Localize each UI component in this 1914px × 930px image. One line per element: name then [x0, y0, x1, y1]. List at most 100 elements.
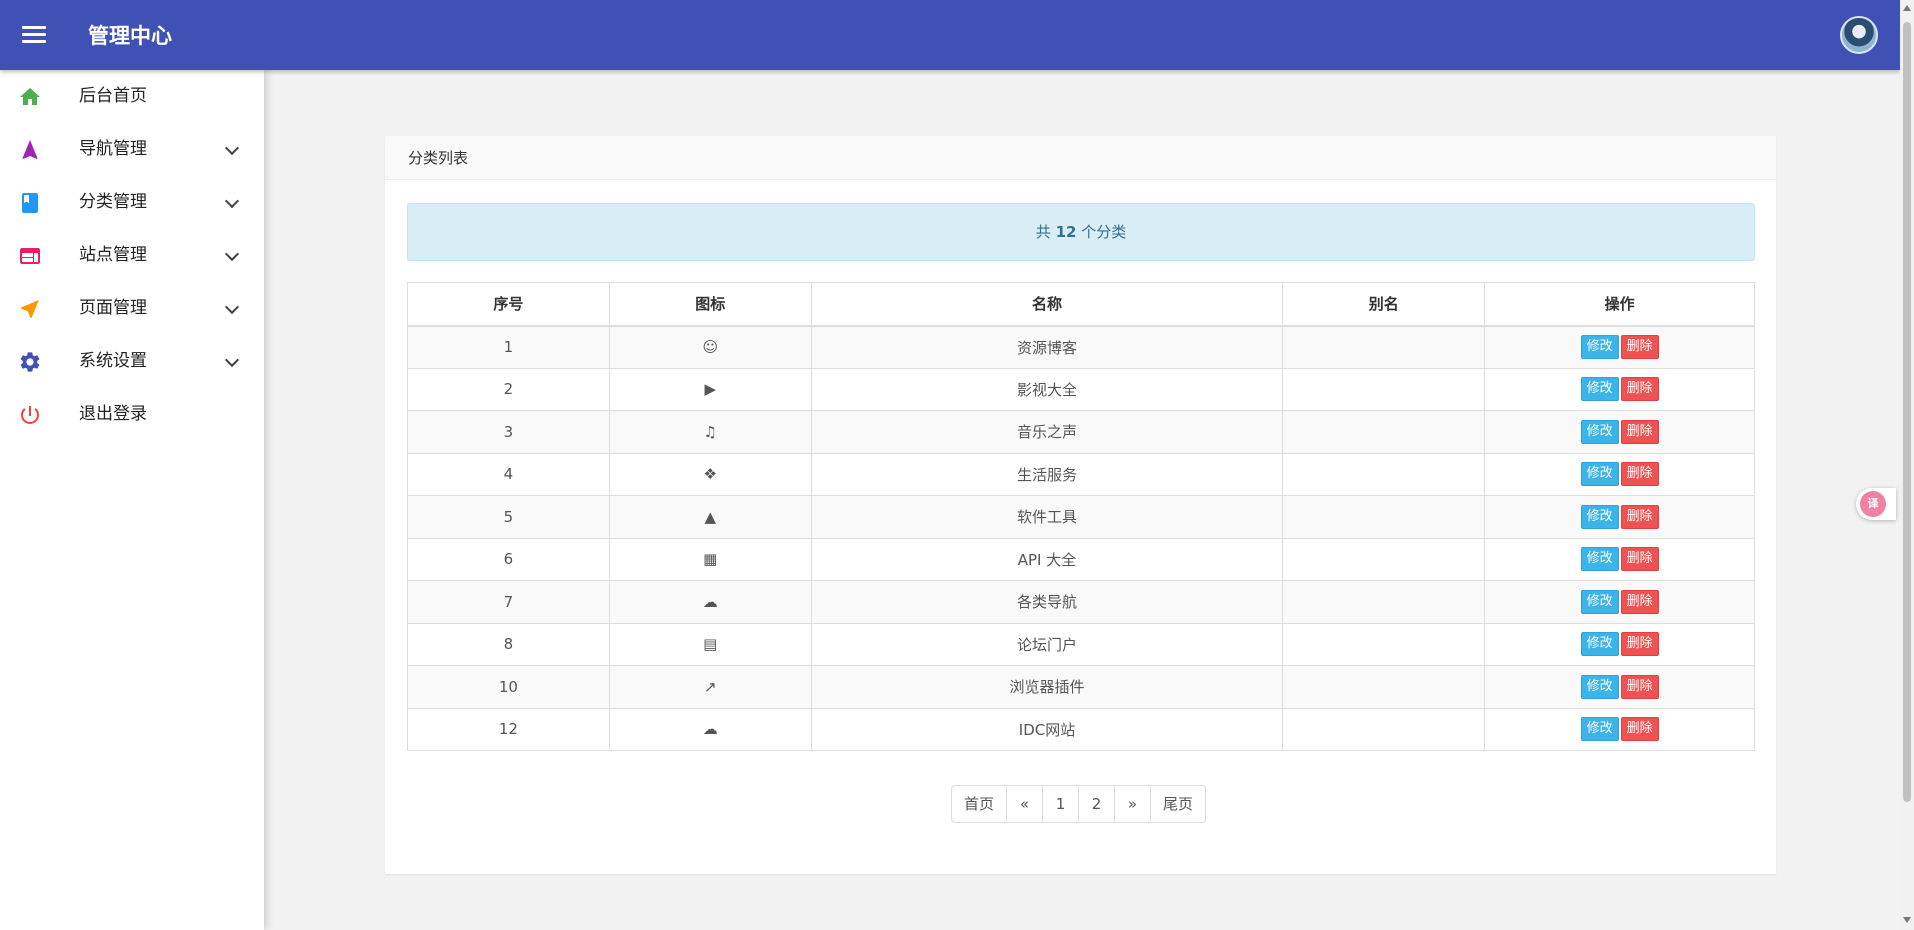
cubes-icon: ❖ [703, 465, 717, 484]
cell-icon: ♫ [608, 410, 812, 454]
first-page-button[interactable]: 首页 [952, 786, 1008, 822]
delete-button[interactable]: 删除 [1620, 419, 1659, 444]
cell-alias [1282, 537, 1486, 581]
sidebar-item-sites[interactable]: 站点管理 [0, 229, 264, 282]
chevron-down-icon [224, 246, 240, 262]
edit-button[interactable]: 修改 [1580, 674, 1619, 699]
delete-button[interactable]: 删除 [1620, 717, 1659, 742]
category-count-alert: 共 12 个分类 [407, 203, 1755, 261]
column-header-icon[interactable]: 图标 [608, 282, 812, 327]
cell-alias [1282, 665, 1486, 709]
cell-id: 2 [407, 367, 610, 411]
cell-actions: 修改 删除 [1484, 452, 1755, 496]
column-header-id[interactable]: 序号 [407, 282, 610, 327]
page-2-button[interactable]: 2 [1079, 786, 1116, 822]
table-row: 10 ↗ 浏览器插件 修改 删除 [407, 665, 1755, 709]
menu-toggle-icon[interactable] [22, 26, 46, 44]
sidebar-item-navigation[interactable]: 导航管理 [0, 123, 264, 176]
delete-button[interactable]: 删除 [1620, 504, 1659, 529]
cell-actions: 修改 删除 [1484, 580, 1755, 624]
edit-button[interactable]: 修改 [1580, 335, 1619, 359]
translate-icon: 译 [1860, 491, 1886, 517]
edit-button[interactable]: 修改 [1580, 377, 1619, 402]
delete-button[interactable]: 删除 [1620, 377, 1659, 402]
cell-name: 生活服务 [810, 452, 1284, 496]
page-scrollbar[interactable] [1900, 0, 1914, 930]
sidebar-item-label: 分类管理 [79, 192, 147, 212]
sidebar-item-dashboard[interactable]: 后台首页 [0, 70, 264, 123]
sidebar-item-pages[interactable]: 页面管理 [0, 282, 264, 335]
delete-button[interactable]: 删除 [1620, 462, 1659, 487]
sidebar-item-logout[interactable]: 退出登录 [0, 388, 264, 441]
cell-name: 音乐之声 [810, 410, 1284, 454]
sidebar-item-label: 系统设置 [79, 351, 147, 371]
scroll-up-icon[interactable] [1903, 5, 1911, 11]
cell-id: 12 [407, 707, 610, 751]
edit-button[interactable]: 修改 [1580, 504, 1619, 529]
cell-icon: ▶ [608, 367, 812, 411]
cell-icon: ☺ [608, 325, 812, 369]
edit-button[interactable]: 修改 [1580, 547, 1619, 572]
delete-button[interactable]: 删除 [1620, 335, 1659, 359]
cell-actions: 修改 删除 [1484, 622, 1755, 666]
column-header-alias[interactable]: 别名 [1282, 282, 1486, 327]
next-page-button[interactable]: » [1115, 786, 1152, 822]
category-table: 序号 图标 名称 别名 操作 1 ☺ 资源博客 修改 删除 2 ▶ 影视大全 修改… [407, 282, 1755, 751]
column-header-name[interactable]: 名称 [810, 282, 1284, 327]
table-row: 8 ▤ 论坛门户 修改 删除 [407, 622, 1755, 666]
user-avatar[interactable] [1840, 16, 1878, 54]
page-1-button[interactable]: 1 [1043, 786, 1080, 822]
cell-alias [1282, 325, 1486, 369]
edit-button[interactable]: 修改 [1580, 589, 1619, 614]
edit-button[interactable]: 修改 [1580, 717, 1619, 742]
line-chart-icon: ↗ [703, 677, 717, 696]
delete-button[interactable]: 删除 [1620, 674, 1659, 699]
cell-id: 3 [407, 410, 610, 454]
chevron-down-icon [224, 299, 240, 315]
cell-actions: 修改 删除 [1484, 325, 1755, 369]
sidebar-item-categories[interactable]: 分类管理 [0, 176, 264, 229]
windows-icon: ▦ [703, 550, 718, 569]
cell-alias [1282, 452, 1486, 496]
table-header-row: 序号 图标 名称 别名 操作 [407, 282, 1755, 327]
cell-alias [1282, 410, 1486, 454]
edit-button[interactable]: 修改 [1580, 419, 1619, 444]
edit-button[interactable]: 修改 [1580, 462, 1619, 487]
delete-button[interactable]: 删除 [1620, 589, 1659, 614]
cell-actions: 修改 删除 [1484, 707, 1755, 751]
sidebar-item-settings[interactable]: 系统设置 [0, 335, 264, 388]
cell-name: 各类导航 [810, 580, 1284, 624]
delete-button[interactable]: 删除 [1620, 632, 1659, 657]
sidebar-item-label: 退出登录 [79, 404, 147, 424]
delete-button[interactable]: 删除 [1620, 547, 1659, 572]
table-row: 7 ☁ 各类导航 修改 删除 [407, 580, 1755, 624]
alert-prefix: 共 [1035, 223, 1056, 241]
table-row: 5 ▲ 软件工具 修改 删除 [407, 495, 1755, 539]
cell-icon: ▦ [608, 537, 812, 581]
category-count: 12 [1055, 223, 1077, 241]
cloud-icon: ☁ [702, 720, 718, 739]
cell-icon: ▤ [608, 622, 812, 666]
table-row: 2 ▶ 影视大全 修改 删除 [407, 367, 1755, 411]
sidebar: 后台首页 导航管理 分类管理 站点管理 页面管理 系统设置 退出登录 [0, 70, 264, 930]
cell-alias [1282, 580, 1486, 624]
book-icon [22, 193, 38, 213]
translate-float-button[interactable]: 译 [1856, 488, 1896, 520]
table-row: 12 ☁ IDC网站 修改 删除 [407, 707, 1755, 751]
top-app-bar: 管理中心 [0, 0, 1900, 70]
cell-id: 1 [407, 325, 610, 369]
scroll-thumb[interactable] [1903, 22, 1911, 802]
cell-actions: 修改 删除 [1484, 410, 1755, 454]
chevron-down-icon [224, 193, 240, 209]
app-title: 管理中心 [88, 24, 172, 48]
music-icon: ♫ [703, 422, 717, 441]
cell-actions: 修改 删除 [1484, 665, 1755, 709]
last-page-button[interactable]: 尾页 [1151, 786, 1205, 822]
prev-page-button[interactable]: « [1007, 786, 1044, 822]
cell-actions: 修改 删除 [1484, 367, 1755, 411]
table-row: 4 ❖ 生活服务 修改 删除 [407, 452, 1755, 496]
cell-alias [1282, 367, 1486, 411]
scroll-down-icon[interactable] [1903, 917, 1911, 923]
file-text-icon: ▤ [703, 635, 718, 654]
edit-button[interactable]: 修改 [1580, 632, 1619, 657]
